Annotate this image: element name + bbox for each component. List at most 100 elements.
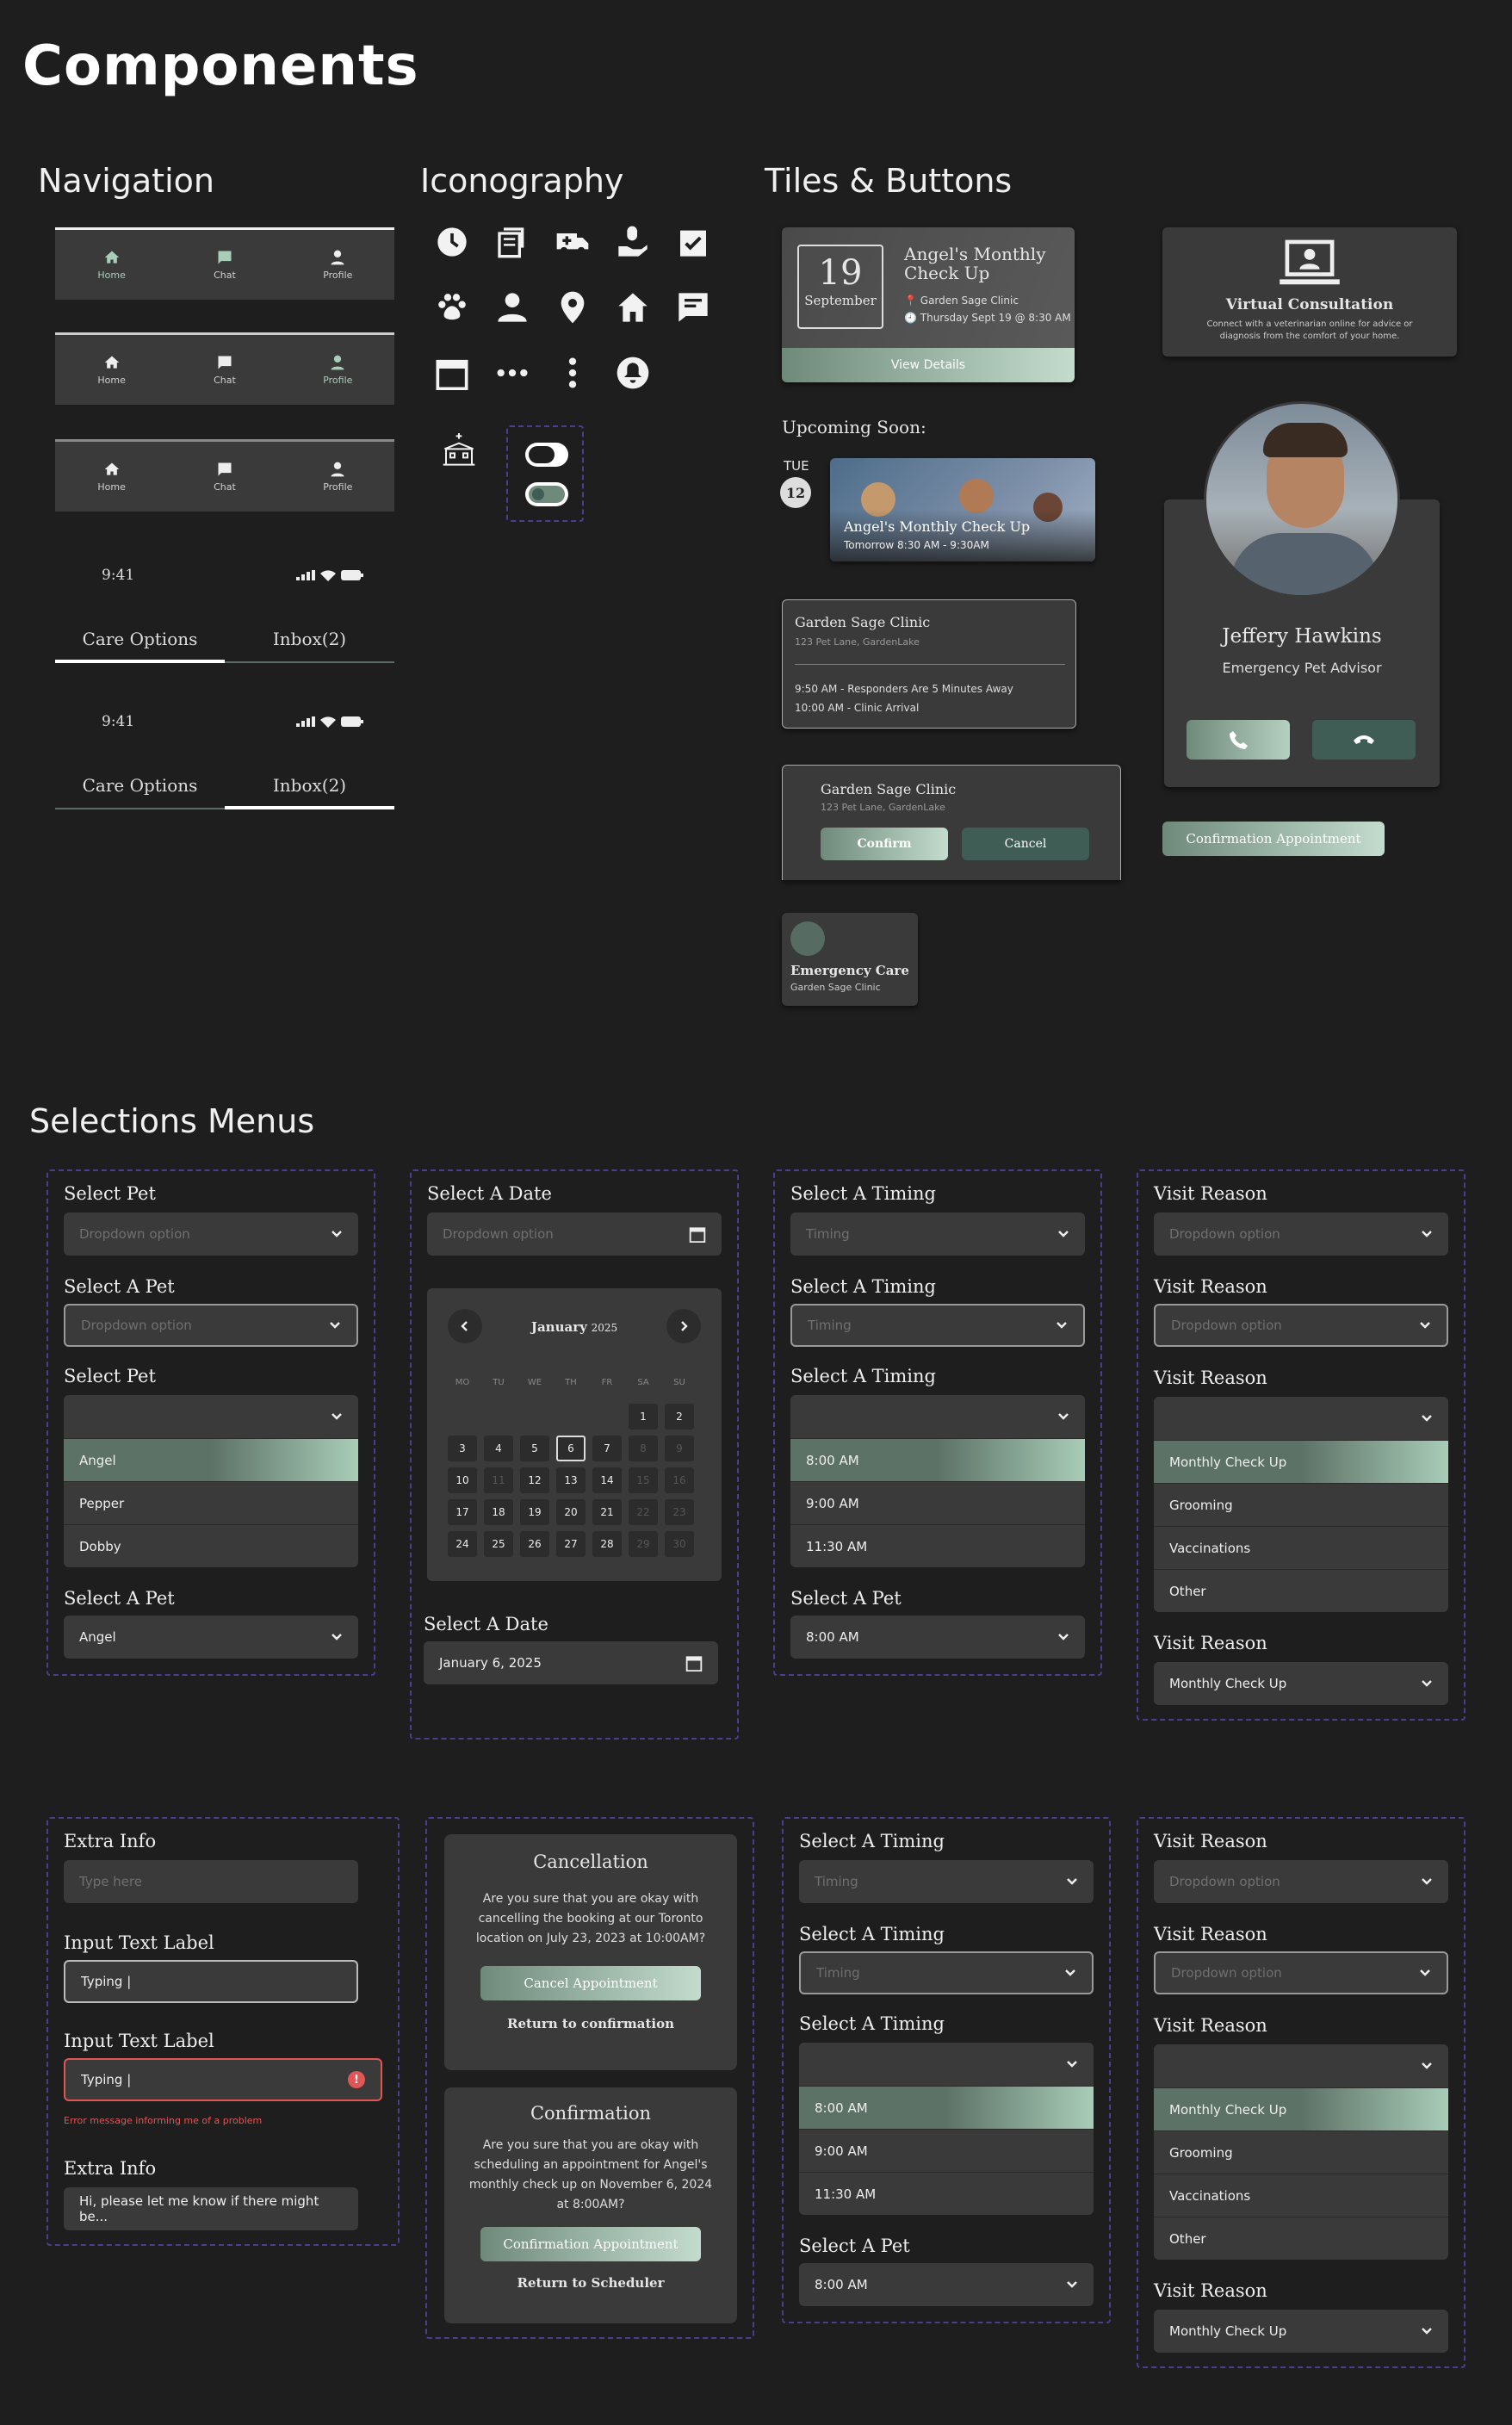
reason-option[interactable]: Grooming [1154, 1483, 1448, 1526]
select-date-filled[interactable]: January 6, 2025 [424, 1641, 718, 1684]
cancel-button[interactable]: Cancel [962, 828, 1089, 860]
calendar-day[interactable]: 30 [665, 1531, 694, 1557]
next-month-button[interactable] [666, 1309, 701, 1343]
tab-care-options[interactable]: Care Options [55, 617, 225, 663]
calendar-day[interactable]: 22 [629, 1499, 658, 1525]
calendar-day[interactable]: 13 [556, 1467, 586, 1493]
timing-option[interactable]: 9:00 AM [790, 1481, 1085, 1524]
view-details-button[interactable]: View Details [782, 348, 1075, 382]
timing-option[interactable]: 11:30 AM [790, 1524, 1085, 1567]
reason-option[interactable]: Grooming [1154, 2130, 1448, 2174]
reason-option[interactable]: Other [1154, 2217, 1448, 2260]
tab-inbox[interactable]: Inbox(2) [225, 617, 394, 661]
tab-care-options[interactable]: Care Options [55, 763, 225, 808]
calendar-day[interactable]: 20 [556, 1499, 586, 1525]
visit-reason-filled[interactable]: Monthly Check Up [1154, 2310, 1448, 2353]
pet-option[interactable]: Pepper [64, 1481, 358, 1524]
visit-reason-dropdown[interactable]: Dropdown option [1154, 1212, 1448, 1256]
tab-inbox[interactable]: Inbox(2) [225, 763, 394, 809]
nav-home[interactable]: Home [69, 461, 155, 493]
calendar-day[interactable]: 16 [665, 1467, 694, 1493]
call-button[interactable] [1187, 720, 1290, 760]
reason-option[interactable]: Monthly Check Up [1154, 2087, 1448, 2130]
calendar-day[interactable]: 9 [665, 1436, 694, 1461]
calendar-day[interactable]: 15 [629, 1467, 658, 1493]
nav-chat[interactable]: Chat [182, 461, 268, 493]
reason-option[interactable]: Vaccinations [1154, 1526, 1448, 1569]
emergency-care-card[interactable]: Emergency Care Garden Sage Clinic [782, 913, 918, 1006]
calendar-day[interactable]: 26 [520, 1531, 549, 1557]
calendar-day[interactable]: 27 [556, 1531, 586, 1557]
calendar-day[interactable]: 8 [629, 1436, 658, 1461]
calendar-day[interactable]: 3 [448, 1436, 477, 1461]
toggle-on[interactable] [525, 482, 568, 506]
pet-dropdown-header[interactable] [64, 1395, 358, 1438]
extra-info-input[interactable]: Type here [64, 1860, 358, 1903]
calendar-day[interactable]: 25 [484, 1531, 513, 1557]
nav-profile[interactable]: Profile [294, 461, 381, 493]
extra-info-filled[interactable]: Hi, please let me know if there might be… [64, 2187, 358, 2230]
select-timing-dropdown[interactable]: Timing [790, 1212, 1085, 1256]
calendar-day[interactable]: 29 [629, 1531, 658, 1557]
select-timing-filled[interactable]: 8:00 AM [790, 1616, 1085, 1659]
reason-dropdown-header[interactable] [1154, 1397, 1448, 1440]
nav-chat[interactable]: Chat [182, 249, 268, 281]
visit-reason-dropdown[interactable]: Dropdown option [1154, 1860, 1448, 1903]
calendar-day[interactable]: 12 [520, 1467, 549, 1493]
appointment-tile[interactable]: 19 September Angel's Monthly Check Up 📍 … [782, 227, 1075, 382]
select-date-dropdown[interactable]: Dropdown option [427, 1212, 722, 1256]
calendar-day[interactable]: 5 [520, 1436, 549, 1461]
nav-home[interactable]: Home [69, 354, 155, 386]
calendar-day[interactable]: 28 [592, 1531, 622, 1557]
cancel-appointment-button[interactable]: Cancel Appointment [480, 1966, 701, 2000]
select-timing-dropdown-focused[interactable]: Timing [799, 1951, 1094, 1994]
calendar-day[interactable]: 21 [592, 1499, 622, 1525]
visit-reason-dropdown-focused[interactable]: Dropdown option [1154, 1304, 1448, 1347]
timing-option[interactable]: 9:00 AM [799, 2129, 1094, 2172]
confirmation-appointment-button[interactable]: Confirmation Appointment [480, 2227, 701, 2261]
select-timing-filled[interactable]: 8:00 AM [799, 2263, 1094, 2306]
return-scheduler-link[interactable]: Return to Scheduler [444, 2275, 737, 2291]
nav-chat[interactable]: Chat [182, 354, 268, 386]
timing-dropdown-header[interactable] [790, 1395, 1085, 1438]
calendar-day[interactable]: 17 [448, 1499, 477, 1525]
reason-option[interactable]: Other [1154, 1569, 1448, 1612]
nav-home[interactable]: Home [69, 249, 155, 281]
visit-reason-dropdown-focused[interactable]: Dropdown option [1154, 1951, 1448, 1994]
hangup-button[interactable] [1312, 720, 1416, 760]
typing-input[interactable]: Typing | [64, 1960, 358, 2003]
reason-option[interactable]: Monthly Check Up [1154, 1440, 1448, 1483]
calendar-day[interactable]: 23 [665, 1499, 694, 1525]
confirm-button[interactable]: Confirm [821, 828, 948, 860]
calendar-day[interactable]: 4 [484, 1436, 513, 1461]
reason-dropdown-header[interactable] [1154, 2044, 1448, 2087]
pet-option[interactable]: Dobby [64, 1524, 358, 1567]
select-timing-dropdown[interactable]: Timing [799, 1860, 1094, 1903]
select-pet-dropdown[interactable]: Dropdown option [64, 1212, 358, 1256]
calendar-day[interactable]: 2 [665, 1404, 694, 1430]
confirmation-appointment-button[interactable]: Confirmation Appointment [1162, 822, 1385, 856]
calendar-day[interactable]: 14 [592, 1467, 622, 1493]
select-a-pet-dropdown-focused[interactable]: Dropdown option [64, 1304, 358, 1347]
visit-reason-filled[interactable]: Monthly Check Up [1154, 1662, 1448, 1705]
toggle-off[interactable] [525, 443, 568, 467]
select-a-pet-dropdown-filled[interactable]: Angel [64, 1616, 358, 1659]
calendar-day[interactable]: 24 [448, 1531, 477, 1557]
upcoming-card[interactable]: Angel's Monthly Check Up Tomorrow 8:30 A… [830, 458, 1095, 561]
timing-option[interactable]: 11:30 AM [799, 2172, 1094, 2215]
select-timing-dropdown-focused[interactable]: Timing [790, 1304, 1085, 1347]
reason-option[interactable]: Vaccinations [1154, 2174, 1448, 2217]
calendar-day[interactable]: 11 [484, 1467, 513, 1493]
calendar-day[interactable]: 19 [520, 1499, 549, 1525]
return-confirmation-link[interactable]: Return to confirmation [444, 2016, 737, 2031]
timing-option[interactable]: 8:00 AM [799, 2086, 1094, 2129]
calendar-day[interactable]: 6 [556, 1436, 586, 1461]
calendar-day[interactable]: 1 [629, 1404, 658, 1430]
virtual-consultation-tile[interactable]: Virtual Consultation Connect with a vete… [1162, 227, 1457, 357]
nav-profile[interactable]: Profile [294, 249, 381, 281]
calendar-day[interactable]: 7 [592, 1436, 622, 1461]
timing-option[interactable]: 8:00 AM [790, 1438, 1085, 1481]
calendar-day[interactable]: 18 [484, 1499, 513, 1525]
calendar-day[interactable]: 10 [448, 1467, 477, 1493]
timing-dropdown-header[interactable] [799, 2043, 1094, 2086]
